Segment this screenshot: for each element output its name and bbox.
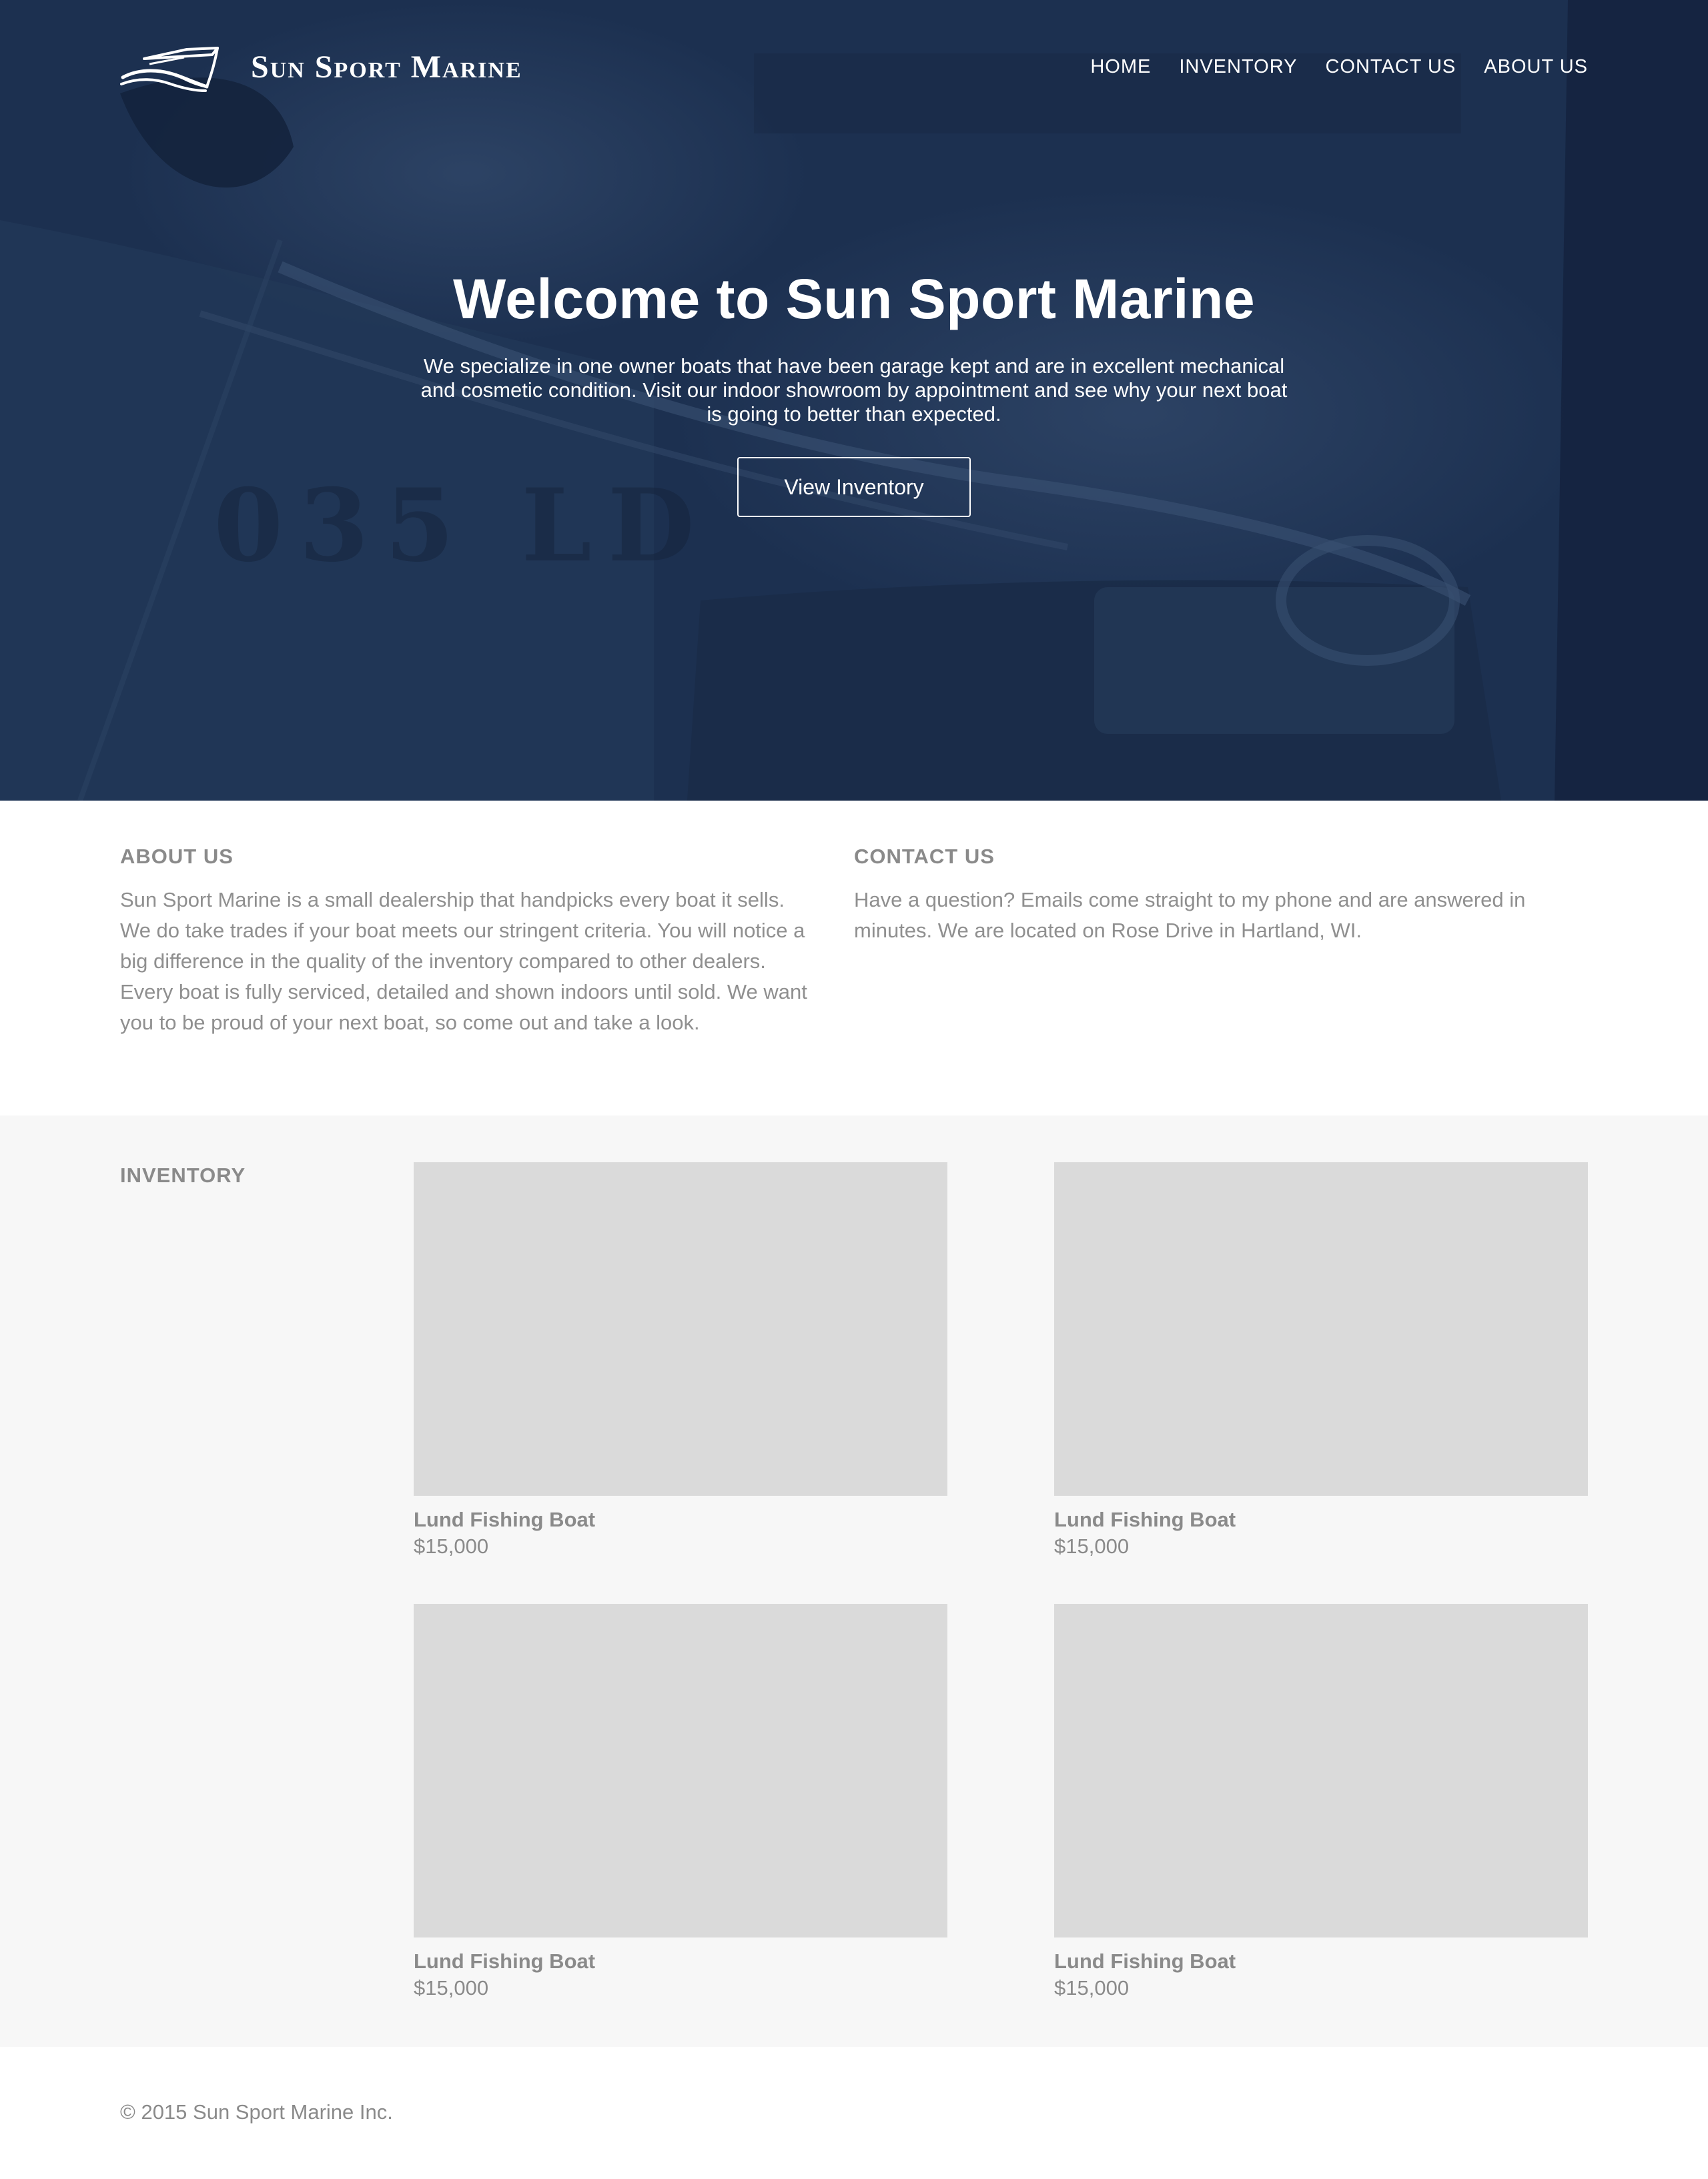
hero-subtitle: We specialize in one owner boats that ha… bbox=[420, 354, 1288, 426]
info-section: ABOUT US Sun Sport Marine is a small dea… bbox=[0, 801, 1708, 1116]
boat-image-placeholder[interactable] bbox=[1054, 1604, 1588, 1937]
boat-image-placeholder[interactable] bbox=[1054, 1162, 1588, 1496]
hero-section: 035 LD Sun Sport Marine HOME INVENTORY C… bbox=[0, 0, 1708, 801]
copyright-text: © 2015 Sun Sport Marine Inc. bbox=[120, 2100, 393, 2124]
inventory-card[interactable]: Lund Fishing Boat $15,000 bbox=[414, 1162, 947, 1559]
boat-image-placeholder[interactable] bbox=[414, 1604, 947, 1937]
boat-price: $15,000 bbox=[414, 1535, 489, 1558]
contact-us-column: CONTACT US Have a question? Emails come … bbox=[854, 845, 1588, 1116]
boat-name: Lund Fishing Boat bbox=[414, 1949, 596, 1973]
main-nav: HOME INVENTORY CONTACT US ABOUT US bbox=[1090, 56, 1588, 78]
nav-inventory[interactable]: INVENTORY bbox=[1179, 56, 1297, 78]
nav-home[interactable]: HOME bbox=[1090, 56, 1151, 78]
inventory-section: INVENTORY Lund Fishing Boat $15,000 Lund… bbox=[0, 1116, 1708, 2047]
contact-us-text: Have a question? Emails come straight to… bbox=[854, 888, 1526, 942]
boat-logo-icon bbox=[120, 47, 219, 92]
footer: © 2015 Sun Sport Marine Inc. bbox=[0, 2047, 1708, 2179]
nav-contact-us[interactable]: CONTACT US bbox=[1325, 56, 1456, 78]
about-us-column: ABOUT US Sun Sport Marine is a small dea… bbox=[120, 845, 814, 1116]
boat-name: Lund Fishing Boat bbox=[1054, 1949, 1236, 1973]
inventory-card[interactable]: Lund Fishing Boat $15,000 bbox=[1054, 1604, 1588, 2000]
hero-title: Welcome to Sun Sport Marine bbox=[452, 268, 1256, 330]
about-us-text: Sun Sport Marine is a small dealership t… bbox=[120, 888, 807, 1034]
boat-name: Lund Fishing Boat bbox=[414, 1508, 596, 1531]
inventory-title: INVENTORY bbox=[120, 1164, 246, 1187]
about-us-title: ABOUT US bbox=[120, 845, 234, 868]
boat-image-placeholder[interactable] bbox=[414, 1162, 947, 1496]
boat-price: $15,000 bbox=[1054, 1535, 1130, 1558]
view-inventory-button[interactable]: View Inventory bbox=[737, 457, 971, 517]
top-navigation-bar: Sun Sport Marine HOME INVENTORY CONTACT … bbox=[120, 40, 1588, 93]
brand-name: Sun Sport Marine bbox=[251, 49, 522, 85]
hero-content: Welcome to Sun Sport Marine We specializ… bbox=[0, 267, 1708, 517]
inventory-card[interactable]: Lund Fishing Boat $15,000 bbox=[414, 1604, 947, 2000]
brand[interactable]: Sun Sport Marine bbox=[120, 40, 522, 93]
boat-price: $15,000 bbox=[1054, 1976, 1130, 2000]
boat-price: $15,000 bbox=[414, 1976, 489, 2000]
boat-name: Lund Fishing Boat bbox=[1054, 1508, 1236, 1531]
inventory-card[interactable]: Lund Fishing Boat $15,000 bbox=[1054, 1162, 1588, 1559]
contact-us-title: CONTACT US bbox=[854, 845, 995, 868]
nav-about-us[interactable]: ABOUT US bbox=[1484, 56, 1588, 78]
